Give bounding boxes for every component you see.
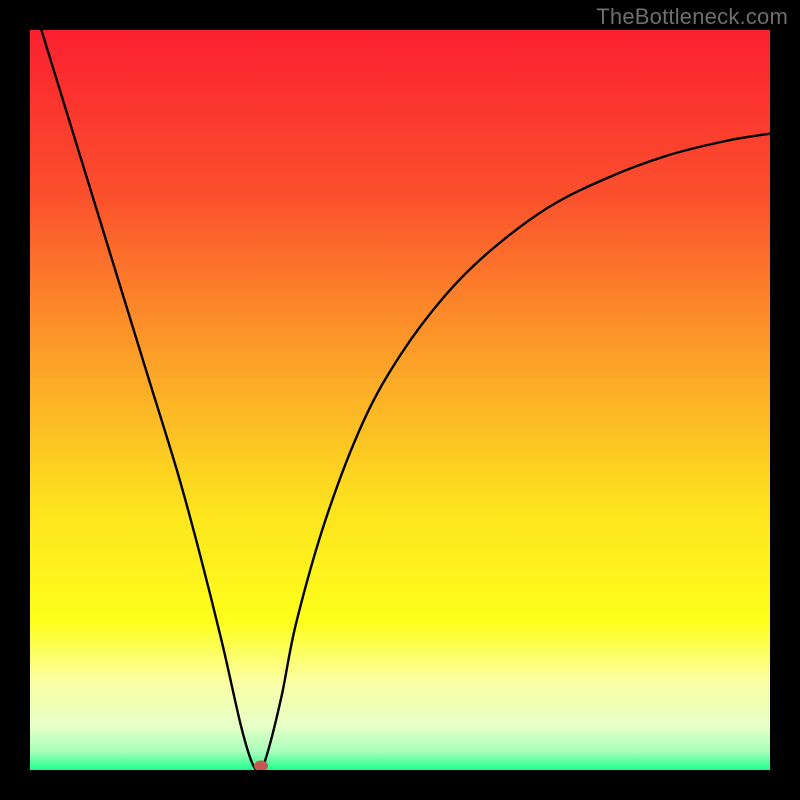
chart-frame: TheBottleneck.com <box>0 0 800 800</box>
watermark-text: TheBottleneck.com <box>596 4 788 30</box>
bottleneck-curve <box>30 30 770 770</box>
optimum-point-marker <box>254 761 268 770</box>
plot-area <box>30 30 770 770</box>
